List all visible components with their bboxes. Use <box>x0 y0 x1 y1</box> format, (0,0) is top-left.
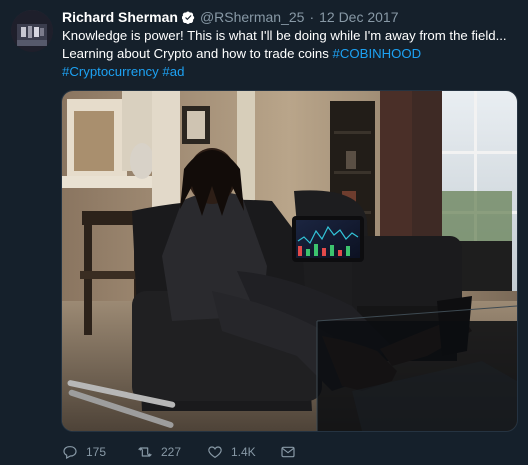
tweet-text-plain: Learning about Crypto and how to trade c… <box>62 46 333 61</box>
tweet-text-line-2: Learning about Crypto and how to trade c… <box>62 45 522 63</box>
retweet-icon <box>138 447 152 457</box>
retweet-button[interactable]: 227 <box>137 444 207 460</box>
retweet-count: 227 <box>161 445 182 459</box>
hashtag-cryptocurrency[interactable]: #Cryptocurrency <box>62 64 159 79</box>
heart-icon <box>208 446 222 459</box>
direct-message-icon <box>281 446 295 458</box>
author-handle[interactable]: @RSherman_25 <box>200 9 305 25</box>
tweet-actions: 175 227 1.4K <box>62 443 296 461</box>
reply-icon <box>63 446 77 460</box>
header-separator: · <box>309 9 315 25</box>
tweet-text: Knowledge is power! This is what I'll be… <box>62 27 522 81</box>
dm-button[interactable] <box>280 444 296 460</box>
reply-button[interactable]: 175 <box>62 444 137 460</box>
author-avatar[interactable] <box>11 10 53 52</box>
verified-badge-icon <box>181 11 195 24</box>
like-count: 1.4K <box>231 445 256 459</box>
author-name[interactable]: Richard Sherman <box>62 9 178 25</box>
tweet-text-line-3: #Cryptocurrency #ad <box>62 63 522 81</box>
hashtag-ad[interactable]: #ad <box>162 64 184 79</box>
like-button[interactable]: 1.4K <box>207 444 280 460</box>
reply-count: 175 <box>86 445 107 459</box>
hashtag-cobinhood[interactable]: #COBINHOOD <box>333 46 422 61</box>
tweet[interactable]: Richard Sherman @RSherman_25 · 12 Dec 20… <box>0 0 528 465</box>
tweet-photo[interactable] <box>61 90 518 432</box>
tweet-text-line-1: Knowledge is power! This is what I'll be… <box>62 28 507 43</box>
tweet-header: Richard Sherman @RSherman_25 · 12 Dec 20… <box>62 8 399 26</box>
tweet-date[interactable]: 12 Dec 2017 <box>319 9 398 25</box>
